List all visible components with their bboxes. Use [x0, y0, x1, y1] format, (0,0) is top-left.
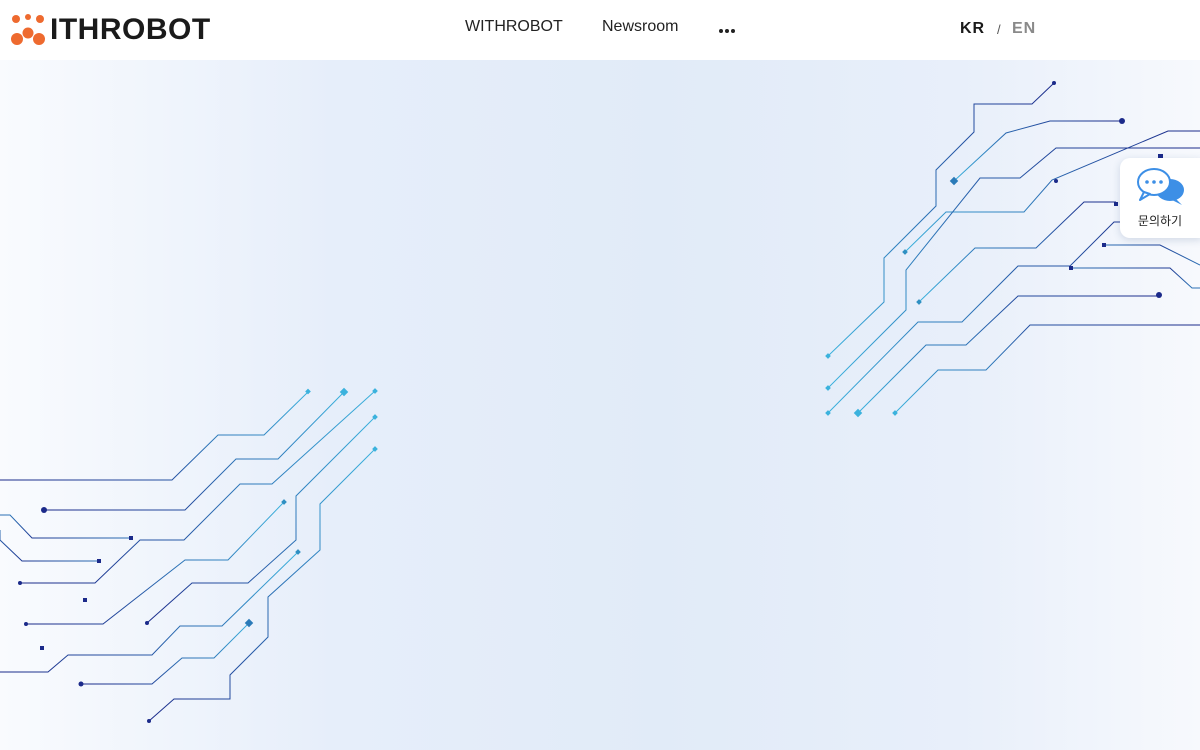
top-header: ITHROBOT WITHROBOT Newsroom KR / EN — [0, 0, 1200, 60]
hero-banner — [0, 60, 1200, 750]
logo-text: ITHROBOT — [50, 13, 211, 46]
nav-item-withrobot[interactable]: WITHROBOT — [465, 18, 563, 36]
inquiry-button[interactable]: 문의하기 — [1120, 158, 1200, 238]
circuit-lines-graphic — [0, 81, 1200, 723]
nav-item-newsroom[interactable]: Newsroom — [602, 18, 678, 36]
logo-mark-icon — [11, 14, 45, 45]
lang-en-link[interactable]: EN — [1012, 20, 1036, 38]
lang-kr-link[interactable]: KR — [960, 20, 985, 38]
lang-separator: / — [997, 22, 1001, 37]
inquiry-label: 문의하기 — [1137, 214, 1183, 228]
more-dots-icon[interactable] — [718, 22, 736, 36]
logo[interactable]: ITHROBOT — [10, 10, 211, 50]
chat-bubbles-icon — [1137, 168, 1184, 205]
